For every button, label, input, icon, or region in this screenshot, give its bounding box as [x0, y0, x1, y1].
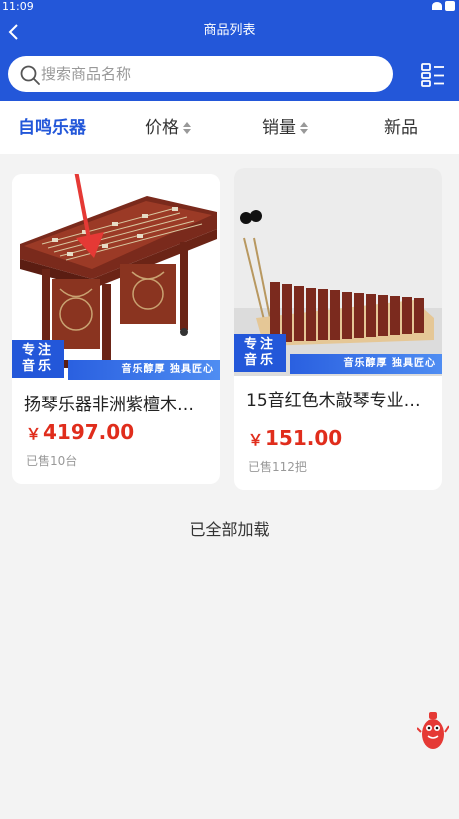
price-value: 4197.00 — [43, 420, 135, 444]
sort-bar: 自鸣乐器 价格 销量 新品 — [0, 101, 459, 154]
product-card[interactable]: 专注 音乐 音乐醇厚 独具匠心 15音红色木敲琴专业… ￥ 151.00 已售11… — [234, 168, 442, 490]
product-price: ￥ 151.00 — [248, 426, 342, 450]
grid-view-icon[interactable] — [420, 62, 446, 88]
tab-price-label: 价格 — [145, 118, 179, 138]
badge-line-2: 音乐 — [22, 359, 55, 374]
tab-new[interactable]: 新品 — [384, 117, 418, 139]
product-price: ￥ 4197.00 — [26, 420, 134, 444]
page-title: 商品列表 — [203, 23, 256, 38]
badge-line-1: 专注 — [22, 343, 55, 358]
product-card[interactable]: 专注 音乐 音乐醇厚 独具匠心 扬琴乐器非洲紫檀木… ￥ 4197.00 已售10… — [12, 174, 220, 484]
tab-sales-label: 销量 — [262, 118, 296, 138]
sort-arrows-icon — [300, 122, 309, 134]
battery-icon — [445, 1, 455, 11]
tab-category[interactable]: 自鸣乐器 — [18, 117, 86, 139]
header: 11:09 商品列表 — [0, 0, 459, 101]
product-name[interactable]: 15音红色木敲琴专业… — [246, 386, 434, 411]
status-icons — [432, 1, 455, 11]
sold-count: 已售10台 — [26, 454, 78, 468]
slogan-banner: 音乐醇厚 独具匠心 — [290, 354, 442, 374]
badge: 专注 音乐 — [234, 334, 287, 372]
sold-count: 已售112把 — [248, 460, 307, 474]
all-loaded-text: 已全部加载 — [189, 520, 270, 539]
tab-category-label: 自鸣乐器 — [18, 118, 86, 138]
search-box[interactable] — [8, 56, 393, 92]
price-value: 151.00 — [265, 426, 343, 450]
tab-new-label: 新品 — [384, 118, 418, 138]
product-name[interactable]: 扬琴乐器非洲紫檀木… — [24, 390, 212, 415]
currency-symbol: ￥ — [248, 431, 264, 449]
badge-line-1: 专注 — [244, 337, 277, 352]
status-bar: 11:09 — [0, 0, 459, 14]
tab-sales[interactable]: 销量 — [262, 117, 309, 139]
sort-arrows-icon — [183, 122, 192, 134]
status-time: 11:09 — [2, 0, 34, 13]
badge-line-2: 音乐 — [244, 353, 277, 368]
search-input[interactable] — [41, 56, 381, 92]
wifi-icon — [432, 2, 442, 10]
tab-price[interactable]: 价格 — [145, 117, 192, 139]
mascot-icon[interactable] — [417, 710, 449, 752]
slogan-banner: 音乐醇厚 独具匠心 — [68, 360, 220, 380]
currency-symbol: ￥ — [26, 425, 42, 443]
badge: 专注 音乐 — [12, 340, 65, 378]
search-icon — [20, 65, 40, 85]
